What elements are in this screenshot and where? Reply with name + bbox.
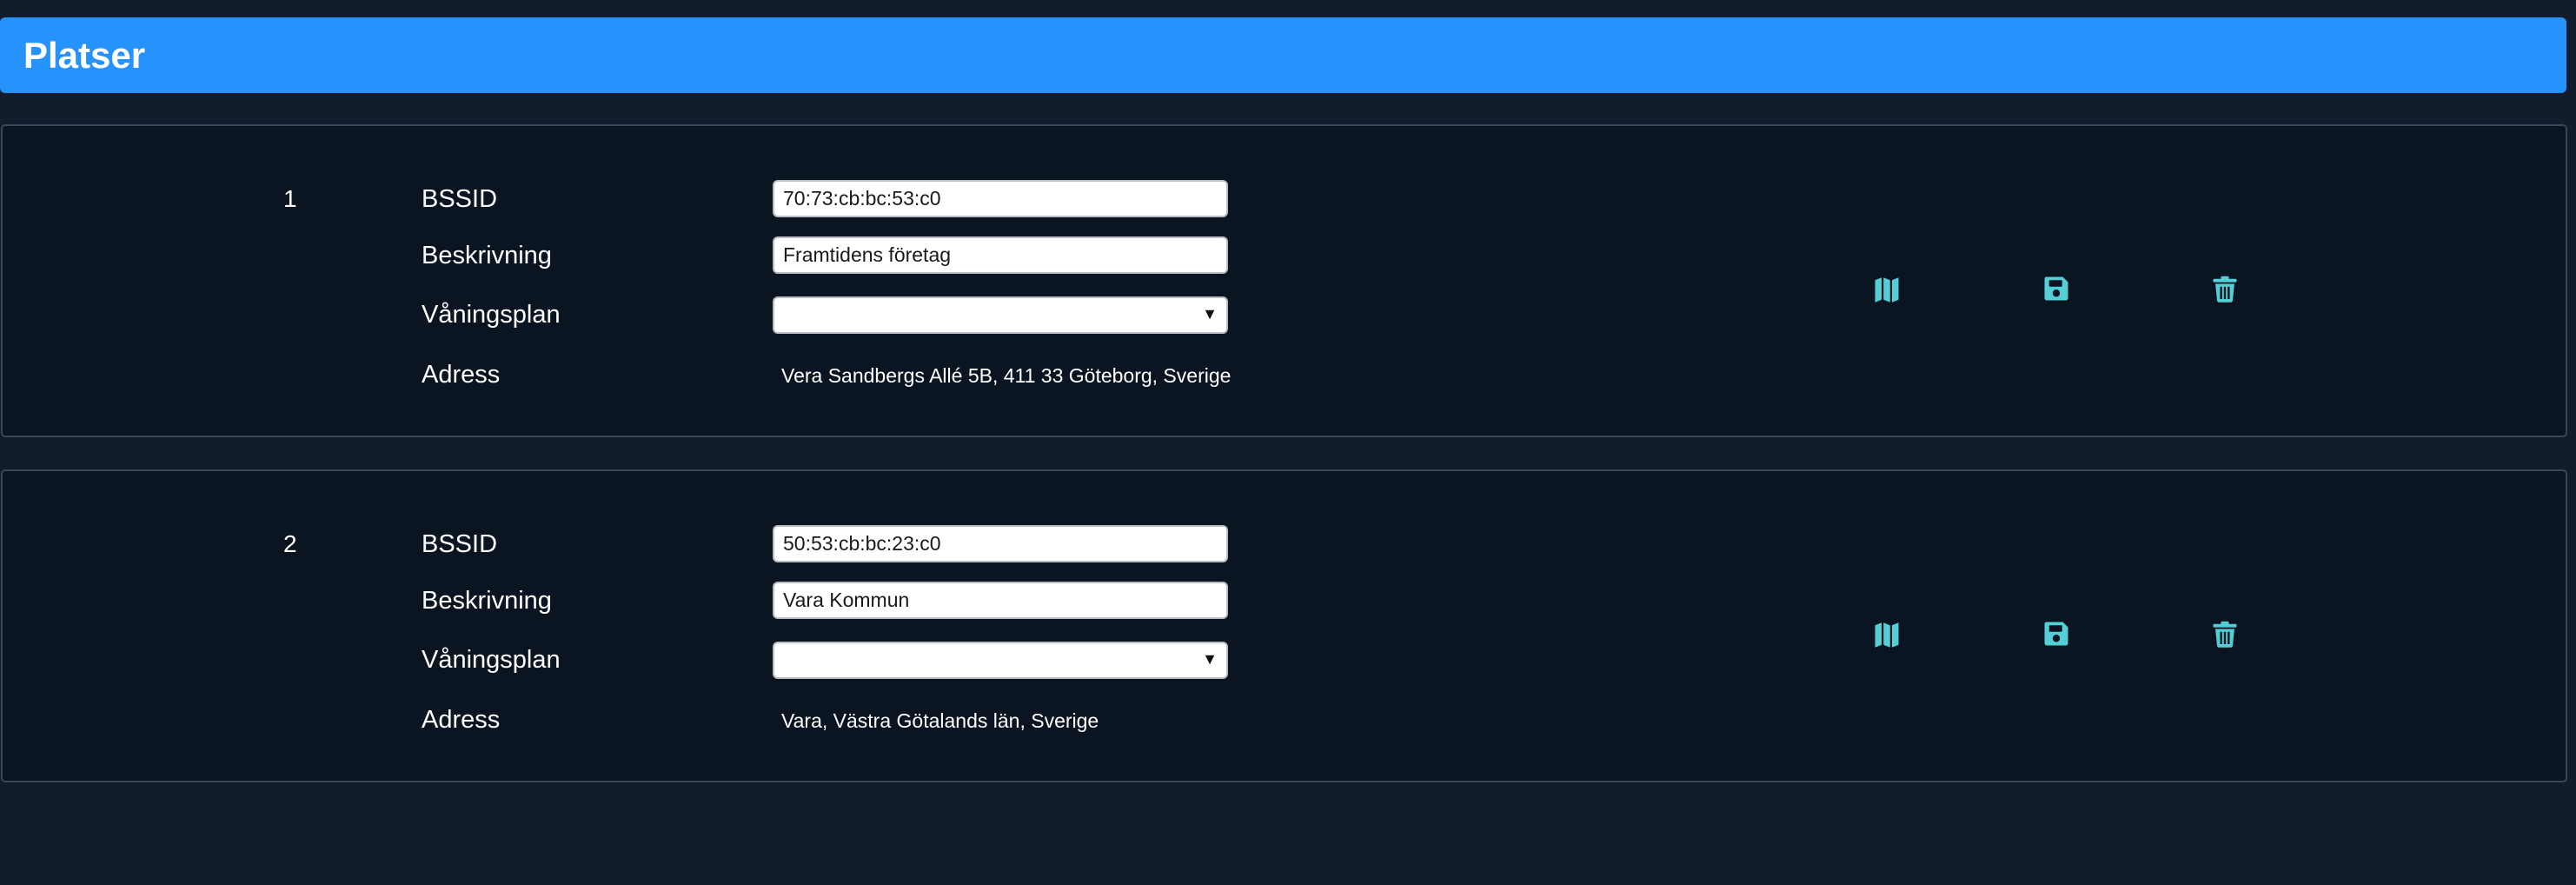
description-label: Beskrivning bbox=[422, 242, 552, 269]
address-value: Vara, Västra Götalands län, Sverige bbox=[781, 709, 1099, 732]
save-button[interactable] bbox=[2037, 615, 2075, 653]
location-card: 1 BSSID Beskrivning Våningsplan ▼ Adress… bbox=[1, 124, 2567, 437]
page: Platser 1 BSSID Beskrivning Våningsplan … bbox=[0, 0, 2576, 885]
trash-icon bbox=[2213, 276, 2237, 303]
address-value: Vera Sandbergs Allé 5B, 411 33 Göteborg,… bbox=[781, 364, 1232, 387]
location-card: 2 BSSID Beskrivning Våningsplan ▼ Adress… bbox=[1, 469, 2567, 782]
floor-select[interactable]: ▼ bbox=[773, 296, 1228, 334]
map-button[interactable] bbox=[1868, 269, 1906, 308]
delete-button[interactable] bbox=[2206, 615, 2244, 653]
location-index: 1 bbox=[283, 185, 297, 212]
floor-label: Våningsplan bbox=[422, 646, 561, 674]
save-icon bbox=[2044, 276, 2068, 301]
map-icon bbox=[1875, 622, 1899, 648]
description-input[interactable] bbox=[773, 236, 1228, 274]
save-icon bbox=[2044, 622, 2068, 646]
description-input[interactable] bbox=[773, 582, 1228, 619]
bssid-input[interactable] bbox=[773, 525, 1228, 562]
dropdown-caret-icon: ▼ bbox=[1202, 305, 1218, 323]
bssid-label: BSSID bbox=[422, 185, 498, 213]
floor-label: Våningsplan bbox=[422, 301, 561, 329]
page-header: Platser bbox=[0, 17, 2566, 93]
trash-icon bbox=[2213, 621, 2237, 648]
dropdown-caret-icon: ▼ bbox=[1202, 650, 1218, 668]
location-index: 2 bbox=[283, 530, 297, 557]
address-label: Adress bbox=[422, 706, 501, 734]
bssid-input[interactable] bbox=[773, 180, 1228, 217]
delete-button[interactable] bbox=[2206, 269, 2244, 308]
save-button[interactable] bbox=[2037, 269, 2075, 308]
page-title: Platser bbox=[23, 35, 146, 76]
bssid-label: BSSID bbox=[422, 530, 498, 558]
map-icon bbox=[1875, 277, 1899, 303]
address-label: Adress bbox=[422, 361, 501, 389]
description-label: Beskrivning bbox=[422, 587, 552, 615]
floor-select[interactable]: ▼ bbox=[773, 642, 1228, 679]
map-button[interactable] bbox=[1868, 615, 1906, 653]
